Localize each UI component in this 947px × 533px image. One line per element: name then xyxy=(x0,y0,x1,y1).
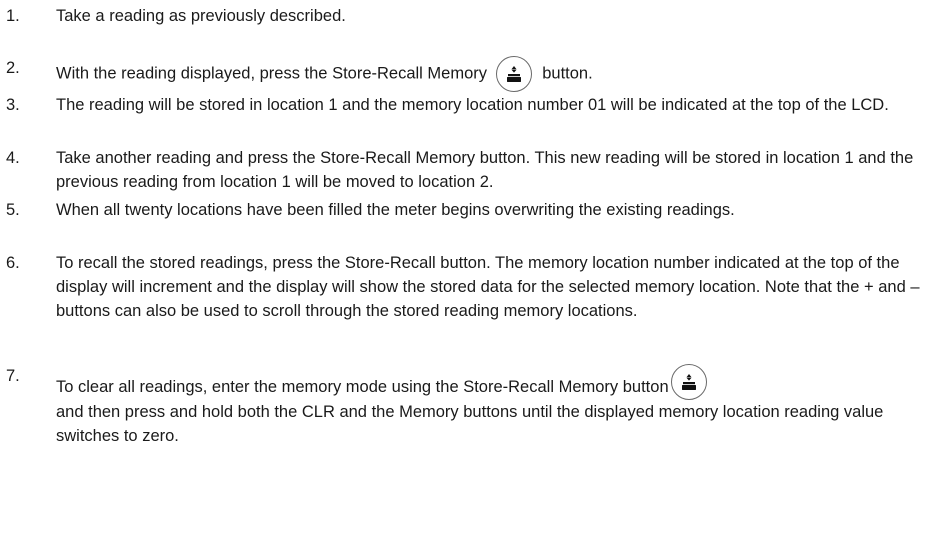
step-text: When all twenty locations have been fill… xyxy=(56,201,735,219)
step-text: To recall the stored readings, press the… xyxy=(56,254,920,320)
step-text-after-icon: and then press and hold both the CLR and… xyxy=(56,403,884,445)
step-text: The reading will be stored in location 1… xyxy=(56,96,889,114)
step-text-before-icon: With the reading displayed, press the St… xyxy=(56,64,488,83)
store-recall-memory-icon xyxy=(495,56,532,92)
step-3: 3. The reading will be stored in locatio… xyxy=(6,93,931,117)
step-text-after-icon: button. xyxy=(542,64,593,83)
step-text: Take another reading and press the Store… xyxy=(56,149,914,191)
step-text-before-icon: To clear all readings, enter the memory … xyxy=(56,378,669,396)
step-number: 4. xyxy=(6,149,20,167)
step-number: 1. xyxy=(6,7,20,25)
step-number: 5. xyxy=(6,201,20,219)
step-text: To clear all readings, enter the memory … xyxy=(56,364,931,448)
step-number: 2. xyxy=(6,59,20,77)
step-number: 3. xyxy=(6,96,20,114)
step-number: 6. xyxy=(6,254,20,272)
step-number: 7. xyxy=(6,367,20,385)
step-6: 6. To recall the stored readings, press … xyxy=(6,251,931,323)
step-4: 4. Take another reading and press the St… xyxy=(6,146,931,194)
step-text: With the reading displayed, press the St… xyxy=(56,56,931,92)
step-7: 7. To clear all readings, enter the memo… xyxy=(6,364,931,448)
store-recall-memory-icon xyxy=(670,364,707,400)
step-1: 1. Take a reading as previously describe… xyxy=(6,4,931,28)
step-2: 2. With the reading displayed, press the… xyxy=(6,56,931,92)
step-text: Take a reading as previously described. xyxy=(56,7,346,25)
step-5: 5. When all twenty locations have been f… xyxy=(6,198,931,222)
